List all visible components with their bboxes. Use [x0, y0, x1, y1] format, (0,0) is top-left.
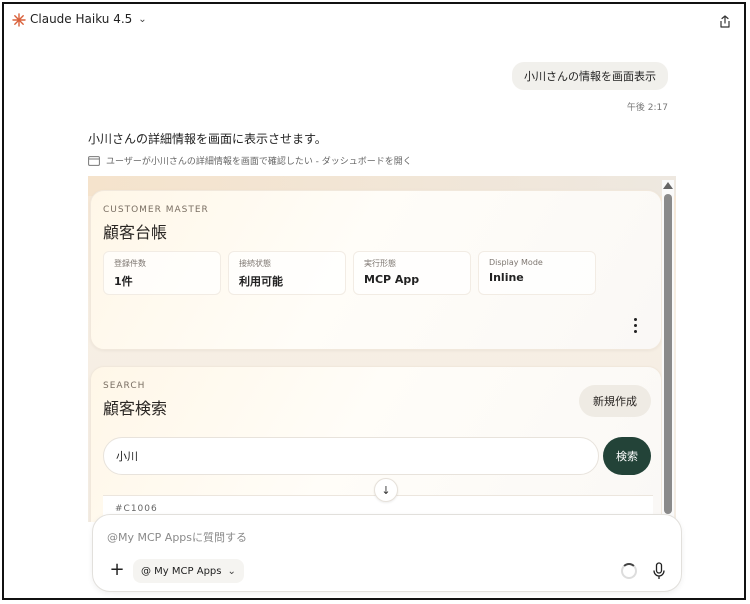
stat-label: Display Mode	[489, 258, 543, 267]
customer-search-card: SEARCH 顧客検索 新規作成 小川 検索 #C1006	[90, 366, 662, 522]
share-button[interactable]	[714, 10, 736, 32]
customer-master-card: CUSTOMER MASTER 顧客台帳 登録件数 1件 接続状態 利用可能 実…	[90, 190, 662, 350]
tool-call-label: ユーザーが小川さんの詳細情報を画面で確認したい - ダッシュボードを開く	[106, 157, 412, 167]
user-message: 小川さんの情報を画面表示	[512, 62, 668, 90]
claude-sunburst-icon	[12, 13, 26, 27]
customer-search-input[interactable]: 小川	[103, 437, 599, 475]
embedded-app: CUSTOMER MASTER 顧客台帳 登録件数 1件 接続状態 利用可能 実…	[88, 176, 676, 522]
chevron-down-icon: ⌄	[138, 13, 147, 25]
search-button[interactable]: 検索	[603, 437, 651, 475]
search-title: 顧客検索	[103, 399, 168, 418]
model-selector[interactable]: Claude Haiku 4.5 ⌄	[30, 12, 147, 26]
search-eyebrow: SEARCH	[103, 381, 146, 391]
tool-call-line[interactable]: ユーザーが小川さんの詳細情報を画面で確認したい - ダッシュボードを開く	[88, 154, 412, 167]
stat-label: 接続状態	[239, 259, 271, 268]
microphone-icon	[653, 562, 665, 579]
more-options-icon[interactable]	[627, 313, 643, 337]
assistant-message: 小川さんの詳細情報を画面に表示させます。	[88, 132, 327, 146]
stat-registered-count: 登録件数 1件	[103, 251, 221, 295]
stat-label: 実行形態	[364, 259, 396, 268]
new-customer-button[interactable]: 新規作成	[579, 385, 651, 417]
master-eyebrow: CUSTOMER MASTER	[103, 205, 209, 215]
share-icon	[720, 14, 730, 28]
result-customer-id: #C1006	[115, 504, 158, 514]
user-message-timestamp: 午後 2:17	[626, 103, 668, 113]
stat-value: Inline	[489, 271, 524, 284]
add-attachment-button[interactable]: +	[107, 561, 127, 581]
scrollbar-thumb[interactable]	[664, 194, 672, 514]
message-input[interactable]: @My MCP Appsに質問する	[107, 529, 507, 545]
mcp-apps-label: @ My MCP Apps	[141, 565, 222, 577]
model-name-label: Claude Haiku 4.5	[30, 12, 133, 26]
message-composer: @My MCP Appsに質問する + @ My MCP Apps ⌄	[92, 514, 682, 592]
stat-display-mode: Display Mode Inline	[478, 251, 596, 295]
stat-value: 利用可能	[239, 275, 283, 288]
stat-execution-form: 実行形態 MCP App	[353, 251, 471, 295]
loading-spinner-icon	[621, 563, 637, 579]
stat-value: MCP App	[364, 273, 420, 286]
scroll-up-arrow-icon[interactable]	[663, 182, 673, 189]
stat-label: 登録件数	[114, 259, 146, 268]
master-title: 顧客台帳	[103, 223, 168, 242]
chevron-down-icon: ⌄	[227, 565, 236, 577]
scroll-down-icon[interactable]: ↓	[374, 478, 398, 502]
microphone-button[interactable]	[649, 559, 669, 583]
mcp-apps-selector[interactable]: @ My MCP Apps ⌄	[133, 559, 244, 583]
stat-value: 1件	[114, 275, 133, 288]
stat-connection-status: 接続状態 利用可能	[228, 251, 346, 295]
top-bar: Claude Haiku 4.5 ⌄	[4, 4, 744, 38]
window-icon	[88, 155, 100, 166]
scrollbar[interactable]	[662, 180, 674, 518]
window-frame: Claude Haiku 4.5 ⌄ 小川さんの情報を画面表示 午後 2:17 …	[2, 2, 746, 600]
